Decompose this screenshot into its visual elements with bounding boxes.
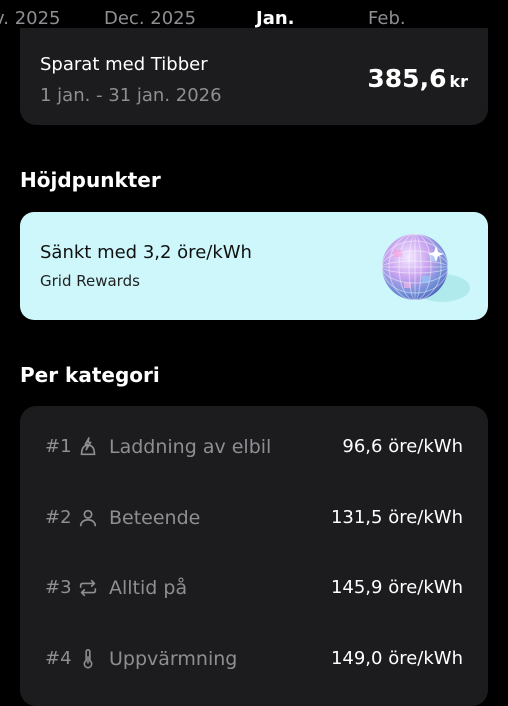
tab-dec-2025[interactable]: Dec. 2025 <box>104 8 196 29</box>
thermometer-icon <box>83 649 93 669</box>
ev-charging-icon <box>80 437 96 456</box>
category-rank: #1 <box>45 436 72 457</box>
highlights-heading: Höjdpunkter <box>20 168 161 192</box>
savings-title: Sparat med Tibber <box>40 54 208 75</box>
highlight-subtitle: Grid Rewards <box>40 272 140 290</box>
category-label: Laddning av elbil <box>109 436 272 458</box>
categories-heading: Per kategori <box>20 363 160 387</box>
tab-feb[interactable]: Feb. <box>368 8 406 29</box>
category-label: Alltid på <box>109 577 188 599</box>
repeat-icon <box>79 579 97 597</box>
savings-summary-card[interactable]: Sparat med Tibber 1 jan. - 31 jan. 2026 … <box>20 28 488 125</box>
category-row-always-on[interactable]: #3 Alltid på 145,9 öre/kWh <box>20 569 488 609</box>
categories-card: #1 Laddning av elbil 96,6 öre/kWh #2 Bet… <box>20 406 488 706</box>
person-icon <box>79 509 97 527</box>
tab-previous-month[interactable]: v. 2025 <box>0 8 61 29</box>
category-rank: #3 <box>45 577 72 598</box>
tab-jan[interactable]: Jan. <box>256 8 295 29</box>
grid-rewards-highlight-card[interactable]: Sänkt med 3,2 öre/kWh Grid Rewards <box>20 212 488 320</box>
savings-amount-value: 385,6 <box>367 64 447 93</box>
category-row-ev-charging[interactable]: #1 Laddning av elbil 96,6 öre/kWh <box>20 428 488 468</box>
category-value: 96,6 öre/kWh <box>342 436 463 457</box>
category-rank: #2 <box>45 507 72 528</box>
category-row-behavior[interactable]: #2 Beteende 131,5 öre/kWh <box>20 499 488 539</box>
category-value: 131,5 öre/kWh <box>330 507 463 528</box>
category-value: 149,0 öre/kWh <box>330 648 463 669</box>
savings-date-range: 1 jan. - 31 jan. 2026 <box>40 85 222 106</box>
category-rank: #4 <box>45 648 72 669</box>
category-row-heating[interactable]: #4 Uppvärmning 149,0 öre/kWh <box>20 640 488 680</box>
category-value: 145,9 öre/kWh <box>330 577 463 598</box>
savings-currency: kr <box>449 72 468 91</box>
savings-amount: 385,6 kr <box>367 64 468 93</box>
category-label: Uppvärmning <box>109 648 238 670</box>
disco-ball-icon <box>382 234 470 302</box>
highlight-title: Sänkt med 3,2 öre/kWh <box>40 242 252 263</box>
category-label: Beteende <box>109 507 201 529</box>
